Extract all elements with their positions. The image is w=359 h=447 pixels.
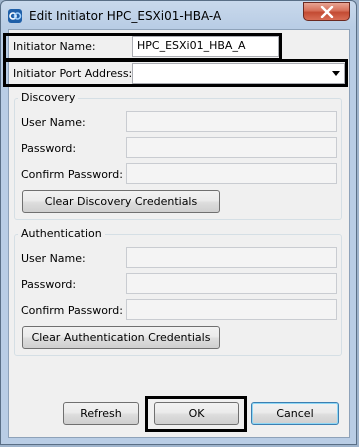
authentication-confirm-label: Confirm Password:	[21, 304, 123, 317]
authentication-group-title: Authentication	[18, 227, 105, 240]
ok-button[interactable]: OK	[154, 402, 239, 425]
dialog-body: Initiator Name: HPC_ESXi01_HBA_A Initiat…	[3, 29, 350, 438]
initiator-port-select[interactable]	[132, 63, 345, 84]
initiator-name-input[interactable]: HPC_ESXi01_HBA_A	[132, 36, 279, 57]
authentication-user-label: User Name:	[21, 252, 86, 265]
title-bar[interactable]: Edit Initiator HPC_ESXi01-HBA-A	[1, 1, 358, 29]
dialog-window: Edit Initiator HPC_ESXi01-HBA-A Initiato…	[0, 0, 357, 445]
discovery-group-title: Discovery	[18, 91, 79, 104]
discovery-user-input[interactable]	[126, 111, 337, 132]
initiator-port-label: Initiator Port Address:	[13, 67, 133, 80]
clear-authentication-credentials-button[interactable]: Clear Authentication Credentials	[22, 326, 220, 349]
discovery-user-label: User Name:	[21, 116, 86, 129]
discovery-confirm-label: Confirm Password:	[21, 168, 123, 181]
authentication-password-label: Password:	[21, 278, 77, 291]
initiator-name-label: Initiator Name:	[13, 40, 96, 53]
authentication-password-input[interactable]	[126, 273, 337, 294]
cancel-button[interactable]: Cancel	[251, 402, 339, 425]
discovery-password-label: Password:	[21, 142, 77, 155]
window-title: Edit Initiator HPC_ESXi01-HBA-A	[29, 9, 222, 23]
authentication-confirm-input[interactable]	[126, 299, 337, 320]
clear-discovery-credentials-button[interactable]: Clear Discovery Credentials	[22, 190, 220, 213]
chevron-down-icon	[332, 71, 340, 76]
authentication-user-input[interactable]	[126, 247, 337, 268]
close-x-icon	[320, 6, 334, 18]
storage-manager-icon	[8, 9, 22, 23]
discovery-password-input[interactable]	[126, 137, 337, 158]
refresh-button[interactable]: Refresh	[63, 402, 139, 425]
discovery-confirm-input[interactable]	[126, 163, 337, 184]
close-button[interactable]	[303, 2, 350, 21]
